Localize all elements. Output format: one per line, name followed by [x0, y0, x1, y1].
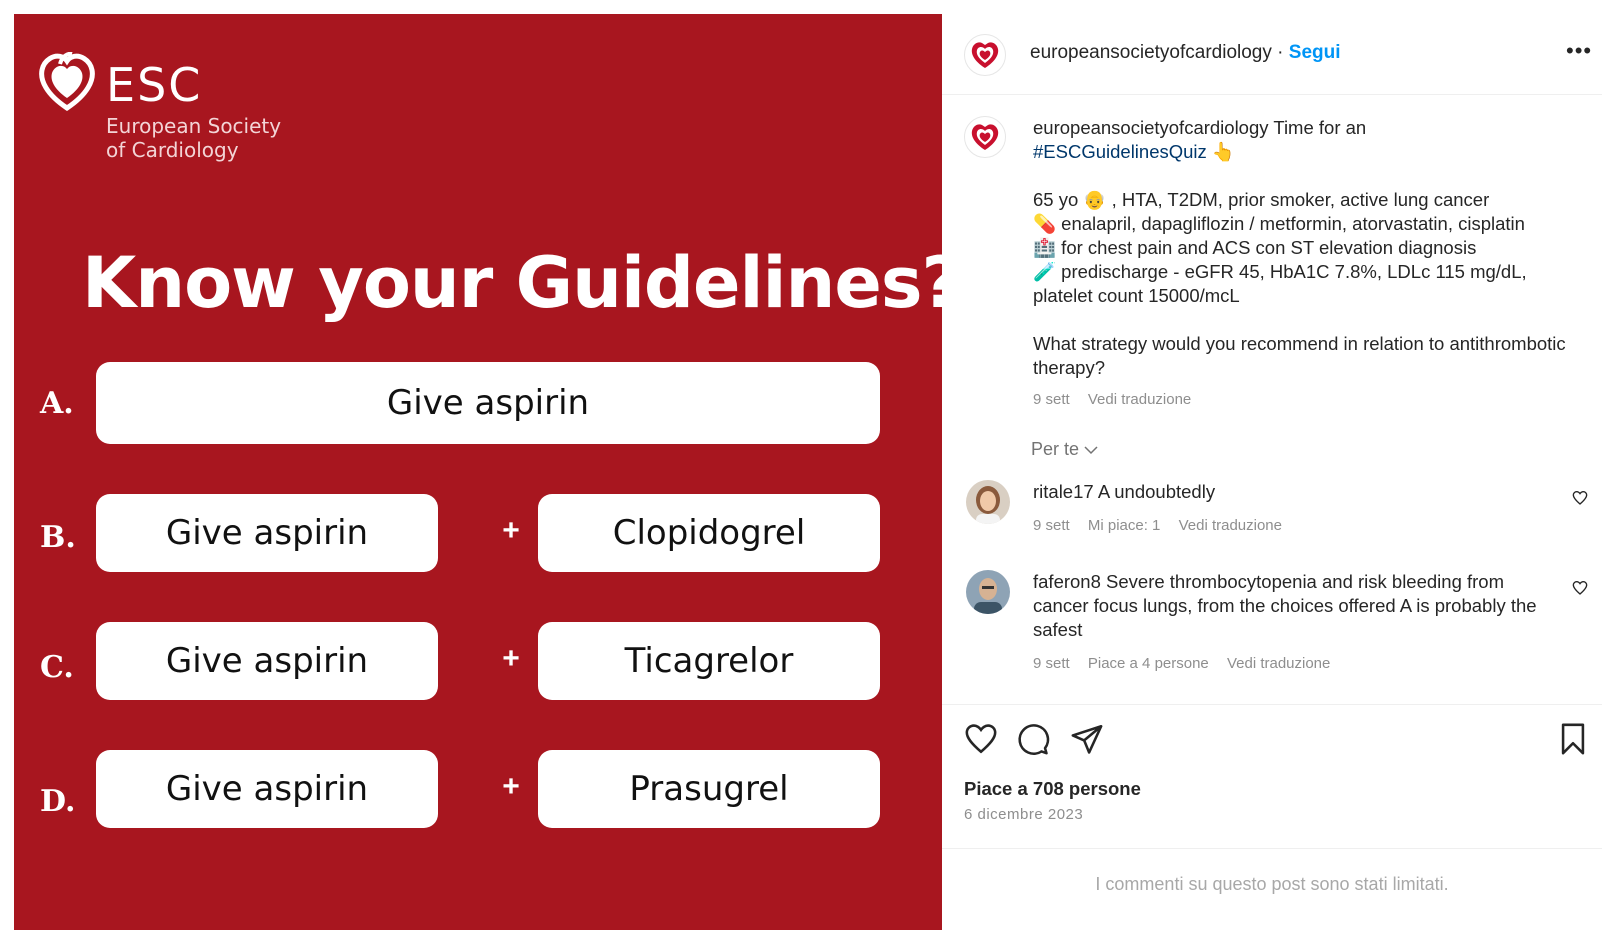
comment-body: faferon8 Severe thrombocytopenia and ris…	[1033, 570, 1553, 676]
caption-line-3: 🏥 for chest pain and ACS con ST elevatio…	[1033, 237, 1477, 258]
header-divider	[942, 94, 1602, 95]
comment-body: ritale17 A undoubtedly 9 sett Mi piace: …	[1033, 480, 1553, 538]
caption-line-2: 💊 enalapril, dapagliflozin / metformin, …	[1033, 213, 1525, 234]
heart-logo-icon	[39, 52, 95, 112]
comment-username[interactable]: faferon8	[1033, 571, 1101, 592]
option-c-letter: C.	[40, 650, 74, 685]
comment-translate-link[interactable]: Vedi traduzione	[1179, 517, 1282, 534]
option-d-right-box: Prasugrel	[538, 750, 880, 828]
post-sidebar: europeansocietyofcardiology · Segui ••• …	[942, 14, 1602, 930]
comment-username[interactable]: ritale17	[1033, 481, 1094, 502]
follow-button[interactable]: Segui	[1289, 42, 1341, 63]
actions-divider	[942, 704, 1602, 705]
logo-acronym: ESC	[106, 58, 203, 112]
comment-text: Severe thrombocytopenia and risk bleedin…	[1033, 571, 1537, 640]
caption-time: 9 sett	[1033, 391, 1070, 408]
comment-likes[interactable]: Piace a 4 persone	[1088, 655, 1209, 672]
comment-meta: 9 sett Mi piace: 1 Vedi traduzione	[1033, 514, 1553, 538]
commenter-avatar[interactable]	[966, 480, 1010, 524]
caption-line-4: 🧪 predischarge - eGFR 45, HbA1C 7.8%, LD…	[1033, 261, 1527, 282]
comment-icon[interactable]	[1016, 722, 1050, 756]
caption-line-1: 65 yo 👴 , HTA, T2DM, prior smoker, activ…	[1033, 189, 1490, 210]
footer-divider	[942, 848, 1602, 849]
header-separator: ·	[1277, 42, 1284, 63]
comment-sort-dropdown[interactable]: Per te	[1031, 439, 1098, 460]
option-a-letter: A.	[40, 386, 74, 421]
heart-icon[interactable]	[964, 722, 998, 756]
caption-avatar[interactable]	[964, 116, 1006, 158]
logo-subtitle-line2: of Cardiology	[106, 138, 239, 162]
comment-sort-label: Per te	[1031, 439, 1080, 459]
commenter-avatar[interactable]	[966, 570, 1010, 614]
caption-intro: Time for an	[1273, 117, 1367, 138]
logo-subtitle: European Society of Cardiology	[106, 114, 326, 162]
send-icon[interactable]	[1070, 722, 1104, 756]
avatar-photo-icon	[966, 570, 1010, 614]
option-b-right-box: Clopidogrel	[538, 494, 880, 572]
post-caption: europeansocietyofcardiology Time for an …	[1033, 116, 1573, 412]
logo-subtitle-line1: European Society	[106, 114, 282, 138]
heart-logo-icon	[971, 42, 999, 68]
caption-username[interactable]: europeansocietyofcardiology	[1033, 117, 1269, 138]
option-a-box: Give aspirin	[96, 362, 880, 444]
option-c-right-box: Ticagrelor	[538, 622, 880, 700]
header-username[interactable]: europeansocietyofcardiology	[1030, 42, 1272, 63]
quiz-headline: Know your Guidelines?	[82, 242, 962, 324]
caption-hashtag[interactable]: #ESCGuidelinesQuiz	[1033, 141, 1207, 162]
comments-limited-notice: I commenti su questo post sono stati lim…	[1095, 874, 1449, 894]
heart-logo-icon	[971, 124, 999, 150]
caption-meta: 9 sett Vedi traduzione	[1033, 388, 1573, 412]
heart-icon[interactable]	[1572, 490, 1588, 506]
caption-question: What strategy would you recommend in rel…	[1033, 333, 1566, 378]
caption-line-5: platelet count 15000/mcL	[1033, 285, 1240, 306]
comment-translate-link[interactable]: Vedi traduzione	[1227, 655, 1330, 672]
avatar-photo-icon	[966, 480, 1010, 524]
comment-time: 9 sett	[1033, 655, 1070, 672]
option-c-plus: +	[502, 642, 520, 675]
comment-text: A undoubtedly	[1097, 481, 1216, 502]
option-d-left-box: Give aspirin	[96, 750, 438, 828]
option-b-plus: +	[502, 514, 520, 547]
header-user-line: europeansocietyofcardiology · Segui	[1030, 42, 1341, 64]
option-b-left-box: Give aspirin	[96, 494, 438, 572]
likes-count[interactable]: Piace a 708 persone	[964, 778, 1141, 800]
comment-meta: 9 sett Piace a 4 persone Vedi traduzione	[1033, 652, 1553, 676]
option-c-left-box: Give aspirin	[96, 622, 438, 700]
author-avatar[interactable]	[964, 34, 1006, 76]
heart-icon[interactable]	[1572, 580, 1588, 596]
option-b-letter: B.	[40, 520, 76, 555]
comment-time: 9 sett	[1033, 517, 1070, 534]
option-d-plus: +	[502, 770, 520, 803]
pointing-up-emoji: 👆	[1211, 141, 1235, 162]
more-horizontal-icon[interactable]: •••	[1566, 38, 1592, 64]
chevron-down-icon	[1084, 446, 1098, 455]
post-date: 6 dicembre 2023	[964, 806, 1084, 823]
post-image: ESC European Society of Cardiology Know …	[14, 14, 962, 930]
caption-translate-link[interactable]: Vedi traduzione	[1088, 391, 1191, 408]
comment-likes[interactable]: Mi piace: 1	[1088, 517, 1161, 534]
option-d-letter: D.	[40, 784, 76, 819]
bookmark-icon[interactable]	[1556, 722, 1590, 756]
